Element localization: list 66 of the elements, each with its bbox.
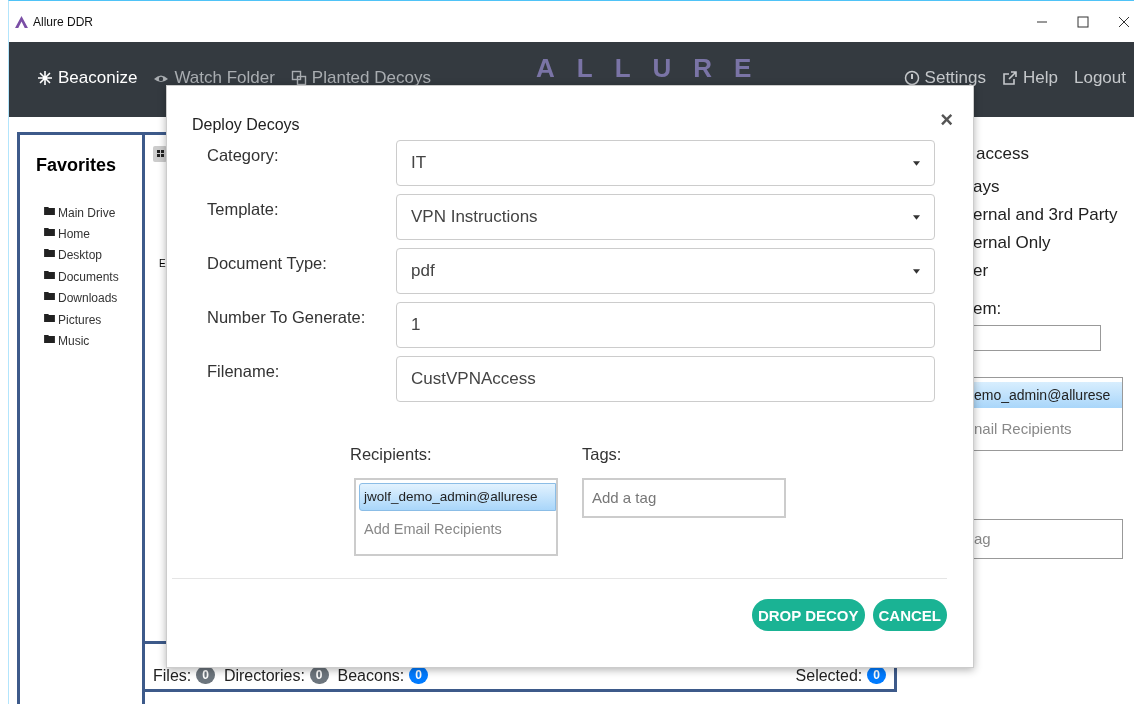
close-icon[interactable] [1118,15,1130,28]
panel-title: Favorites [35,155,118,176]
status-label: Selected: [795,667,863,685]
folder-icon [44,248,55,258]
nav-link[interactable]: Logout [1074,68,1126,88]
folder-icon [44,205,55,215]
status-label: Beacons: [337,667,405,685]
favorite-item[interactable]: Home [20,223,142,245]
brand-logo: ALLURE [536,54,774,82]
recipients-field[interactable]: jwolf_demo_admin@allurese Add Email Recipients [354,478,558,556]
select-field[interactable]: IT [396,140,935,186]
status-label: Directories: [223,667,305,685]
close-button[interactable]: × [940,107,953,133]
grid-view-icon[interactable] [153,145,167,163]
option-label: ays [973,177,1001,198]
select-field[interactable]: VPN Instructions [396,194,935,240]
favorite-item[interactable]: Music [20,330,142,352]
field-label: Template: [207,199,280,219]
nav-link[interactable]: Help [1002,68,1058,88]
caret-icon [913,160,920,166]
favorite-item[interactable]: Desktop [20,244,142,267]
nav-link[interactable]: Planted Decoys [290,68,431,88]
text-field[interactable]: 1 [396,302,935,348]
caret-icon [913,214,920,220]
field-label: Filename: [207,361,281,381]
recipient-chip: jwolf_demo_admin@allurese [359,483,556,511]
recipient-chip: emo_admin@allurese [974,382,1122,408]
favorite-item[interactable]: Pictures [20,308,142,331]
caret-icon [913,268,920,274]
option-label: ernal Only [973,233,1052,254]
field-label: Tags: [582,445,623,464]
recipients-placeholder: Add Email Recipients [363,520,503,537]
field-label: Recipients: [350,445,433,464]
field-label: em: [973,299,1003,320]
nav-link[interactable]: Watch Folder [153,68,275,88]
favorite-item[interactable]: Documents [20,266,142,288]
folder-icon [44,227,55,237]
field-label: Category: [207,145,280,165]
copy-icon [290,70,307,86]
app-logo-icon [15,15,28,28]
nav-link[interactable]: Beaconize [37,68,138,88]
favorite-item[interactable]: Downloads [20,287,142,309]
asterisk-icon [37,70,53,86]
folder-icon [44,291,55,301]
input-field[interactable] [973,325,1101,351]
window-title: Allure DDR [33,14,93,29]
dialog-title: Deploy Decoys [192,116,300,134]
option-label: access [975,144,1030,165]
folder-icon [44,312,55,322]
external-link-icon [1002,70,1019,86]
select-field[interactable]: pdf [396,248,935,294]
option-label: ernal and 3rd Party [973,205,1119,226]
recipients-field[interactable]: emo_admin@allurese nail Recipients [973,377,1123,451]
recipients-placeholder: nail Recipients [974,419,1073,437]
field-label: Number To Generate: [207,307,367,327]
status-label: Files: [153,667,192,685]
nav-link[interactable]: Settings [903,68,987,88]
favorite-item[interactable]: Main Drive [20,202,142,224]
option-label: er [973,261,990,282]
text-field[interactable]: CustVPNAccess [396,356,935,402]
file-label: E [159,258,166,269]
field-label: Document Type: [207,253,328,273]
folder-icon [44,269,55,279]
folder-icon [44,334,55,344]
tag-field[interactable]: Add a tag [582,478,786,518]
maximize-icon[interactable] [1077,15,1089,28]
